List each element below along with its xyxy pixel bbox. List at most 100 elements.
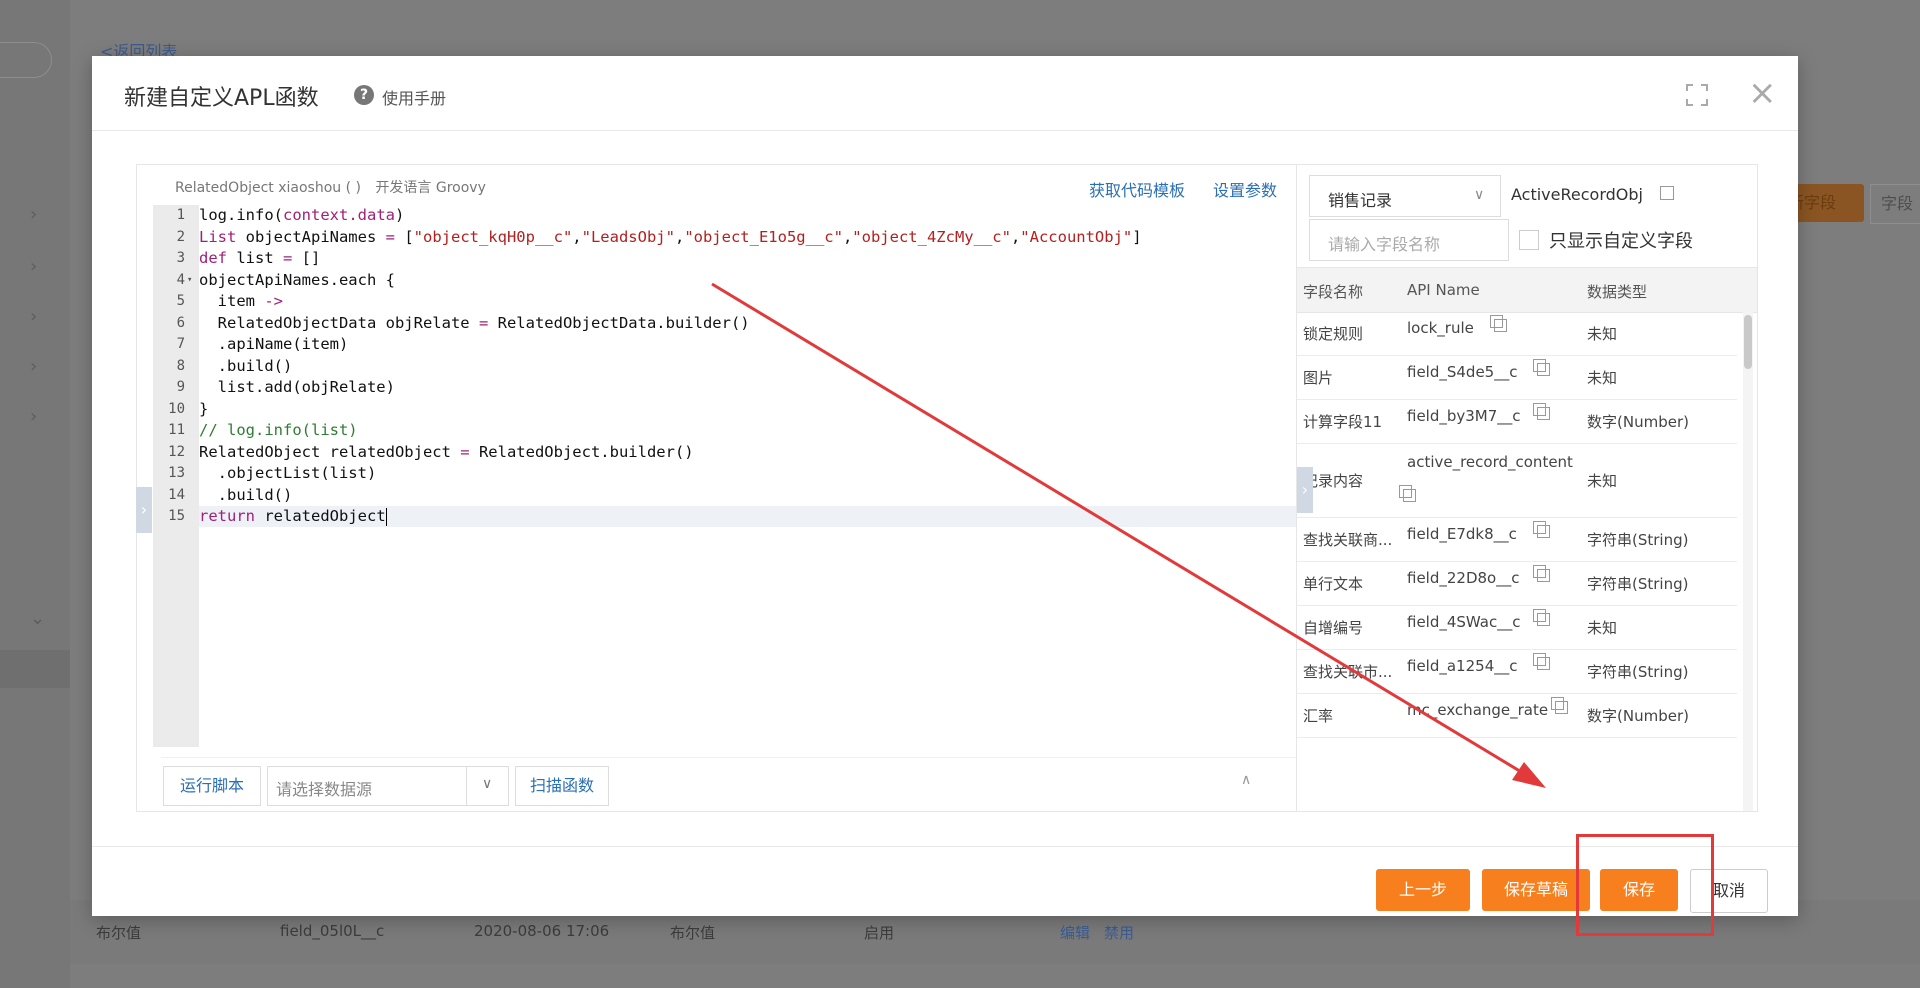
code-text: .build() — [199, 356, 293, 375]
scan-function-button[interactable]: 扫描函数 — [515, 766, 609, 806]
field-button[interactable]: 字段 — [1870, 184, 1920, 224]
line-number: 9 — [176, 379, 185, 395]
copy-icon[interactable] — [1490, 315, 1508, 332]
copy-icon[interactable] — [1533, 359, 1551, 376]
code-text: .build() — [199, 485, 293, 504]
code-text: def list = [] — [199, 249, 321, 267]
code-line[interactable]: 13 .objectList(list) — [168, 463, 1297, 484]
row-cell: 2020-08-06 17:06 — [474, 922, 610, 940]
field-table-scrollbar[interactable] — [1743, 311, 1753, 811]
field-data-type: 字符串(String) — [1587, 575, 1689, 593]
object-select[interactable]: 销售记录 ∨ — [1309, 175, 1501, 217]
column-header-api: API Name — [1407, 281, 1480, 299]
user-manual-link[interactable]: 使用手册 — [382, 85, 446, 109]
field-name: 自增编号 — [1303, 619, 1364, 637]
field-list-panel: 销售记录 ∨ ActiveRecordObj 请输入字段名称 只显示自定义字段 … — [1296, 164, 1758, 812]
question-circle-icon[interactable]: ? — [354, 85, 374, 105]
code-text: RelatedObject relatedObject = RelatedObj… — [199, 442, 694, 461]
field-api-name: field_4SWac__c — [1407, 613, 1521, 631]
field-row[interactable]: 自增编号 field_4SWac__c 未知 — [1297, 605, 1737, 650]
code-text: log.info(context.data) — [199, 206, 405, 224]
code-area[interactable]: 1 log.info(context.data) 2 List objectApiNa… — [168, 205, 1297, 747]
code-line[interactable]: 15 return relatedObject — [168, 506, 1297, 527]
field-data-type: 字符串(String) — [1587, 531, 1689, 549]
code-line[interactable]: 1 log.info(context.data) — [177, 205, 1297, 226]
code-line[interactable]: 2 List objectApiNames = ["object_kqH0p__c… — [177, 227, 1297, 248]
dialog-footer: 上一步 保存草稿 保存 取消 — [92, 846, 1798, 917]
field-name: 查找关联市... — [1303, 663, 1393, 681]
line-number: 13 — [168, 465, 185, 481]
code-line[interactable]: 5 item -> — [177, 291, 1297, 312]
copy-icon[interactable] — [1533, 565, 1551, 582]
code-line[interactable]: 7 .apiName(item) — [177, 334, 1297, 355]
collapse-field-panel-toggle[interactable]: › — [1297, 467, 1313, 513]
field-row[interactable]: 锁定规则 lock_rule 未知 — [1297, 311, 1737, 356]
field-api-name: field_S4de5__c — [1407, 363, 1518, 381]
datasource-select[interactable]: 请选择数据源 ∨ — [267, 766, 509, 806]
copy-icon[interactable] — [1533, 653, 1551, 670]
field-name: 单行文本 — [1303, 575, 1364, 593]
code-line[interactable]: 10} — [168, 399, 1297, 420]
copy-icon[interactable] — [1656, 182, 1675, 200]
disable-link[interactable]: 禁用 — [1104, 922, 1134, 943]
chevron-down-icon[interactable]: ∨ — [1474, 187, 1484, 203]
get-code-template-link[interactable]: 获取代码模板 — [1089, 177, 1185, 201]
save-button-highlight — [1576, 834, 1714, 936]
field-search-input[interactable]: 请输入字段名称 — [1309, 219, 1509, 261]
code-line[interactable]: 8 .build() — [177, 356, 1297, 377]
line-number: 12 — [168, 443, 185, 460]
field-row[interactable]: 汇率 mc_exchange_rate 数字(Number) — [1297, 693, 1737, 738]
field-row[interactable]: 查找关联市... field_a1254__c 字符串(String) — [1297, 649, 1737, 694]
chevron-down-icon[interactable]: ∨ — [482, 776, 492, 792]
field-api-name: lock_rule — [1407, 319, 1474, 337]
copy-icon[interactable] — [1533, 521, 1551, 538]
close-icon[interactable]: × — [1748, 76, 1777, 110]
fullscreen-icon[interactable] — [1686, 84, 1708, 106]
set-params-link[interactable]: 设置参数 — [1213, 177, 1277, 201]
chevron-up-icon[interactable]: ∧ — [1241, 772, 1251, 788]
object-api-text: ActiveRecordObj — [1511, 185, 1643, 204]
field-api-name: field_a1254__c — [1407, 657, 1518, 675]
code-line[interactable]: 14 .build() — [168, 485, 1297, 506]
code-line[interactable]: 4 ▾ objectApiNames.each { — [177, 270, 1297, 291]
copy-icon[interactable] — [1533, 403, 1551, 420]
code-text: .apiName(item) — [199, 335, 349, 353]
run-script-button[interactable]: 运行脚本 — [163, 766, 261, 806]
field-row[interactable]: 单行文本 field_22D8o__c 字符串(String) — [1297, 561, 1737, 606]
line-number: 14 — [168, 486, 185, 503]
code-line[interactable]: 11 // log.info(list) — [168, 420, 1297, 441]
edit-link[interactable]: 编辑 — [1060, 922, 1090, 943]
row-cell: 启用 — [864, 924, 895, 942]
field-row[interactable]: 查找关联商... field_E7dk8__c 字符串(String) — [1297, 517, 1737, 562]
save-draft-button[interactable]: 保存草稿 — [1482, 869, 1590, 911]
copy-icon[interactable] — [1533, 609, 1551, 626]
field-row[interactable]: 图片 field_S4de5__c 未知 — [1297, 355, 1737, 400]
field-api-name: field_22D8o__c — [1407, 569, 1520, 587]
language-label: 开发语言 Groovy — [375, 180, 486, 196]
new-apl-function-dialog: 新建自定义APL函数 ? 使用手册 × RelatedObject xiaosh… — [92, 56, 1798, 916]
field-api-name: active_record_content — [1407, 453, 1573, 471]
code-line[interactable]: 3 def list = [] — [177, 248, 1297, 269]
field-data-type: 数字(Number) — [1587, 707, 1689, 725]
fold-arrow-icon[interactable]: ▾ — [187, 270, 192, 291]
field-name: 锁定规则 — [1303, 325, 1364, 343]
field-row[interactable]: 计算字段11 field_by3M7__c 数字(Number) — [1297, 399, 1737, 444]
scrollbar-thumb[interactable] — [1744, 315, 1752, 369]
previous-step-button[interactable]: 上一步 — [1376, 869, 1470, 911]
code-text: } — [199, 399, 209, 418]
code-line[interactable]: 6 RelatedObjectData objRelate = RelatedO… — [177, 313, 1297, 334]
only-custom-checkbox[interactable] — [1519, 230, 1539, 250]
code-text: item -> — [199, 292, 283, 310]
copy-icon[interactable] — [1550, 697, 1568, 714]
field-data-type: 字符串(String) — [1587, 663, 1689, 681]
background-sidebar-pill — [0, 42, 52, 78]
code-line[interactable]: 12 RelatedObject relatedObject = RelatedO… — [168, 442, 1297, 463]
line-number: 1 — [176, 207, 185, 223]
copy-icon[interactable] — [1399, 485, 1416, 502]
row-cell: 布尔值 — [96, 924, 142, 942]
expand-left-toggle[interactable]: › — [136, 487, 152, 533]
field-data-type: 未知 — [1587, 369, 1618, 387]
code-line[interactable]: 9 list.add(objRelate) — [177, 377, 1297, 398]
field-row[interactable]: 记录内容 active_record_content 未知 — [1297, 443, 1737, 518]
chevron-right-icon: › — [30, 306, 38, 327]
